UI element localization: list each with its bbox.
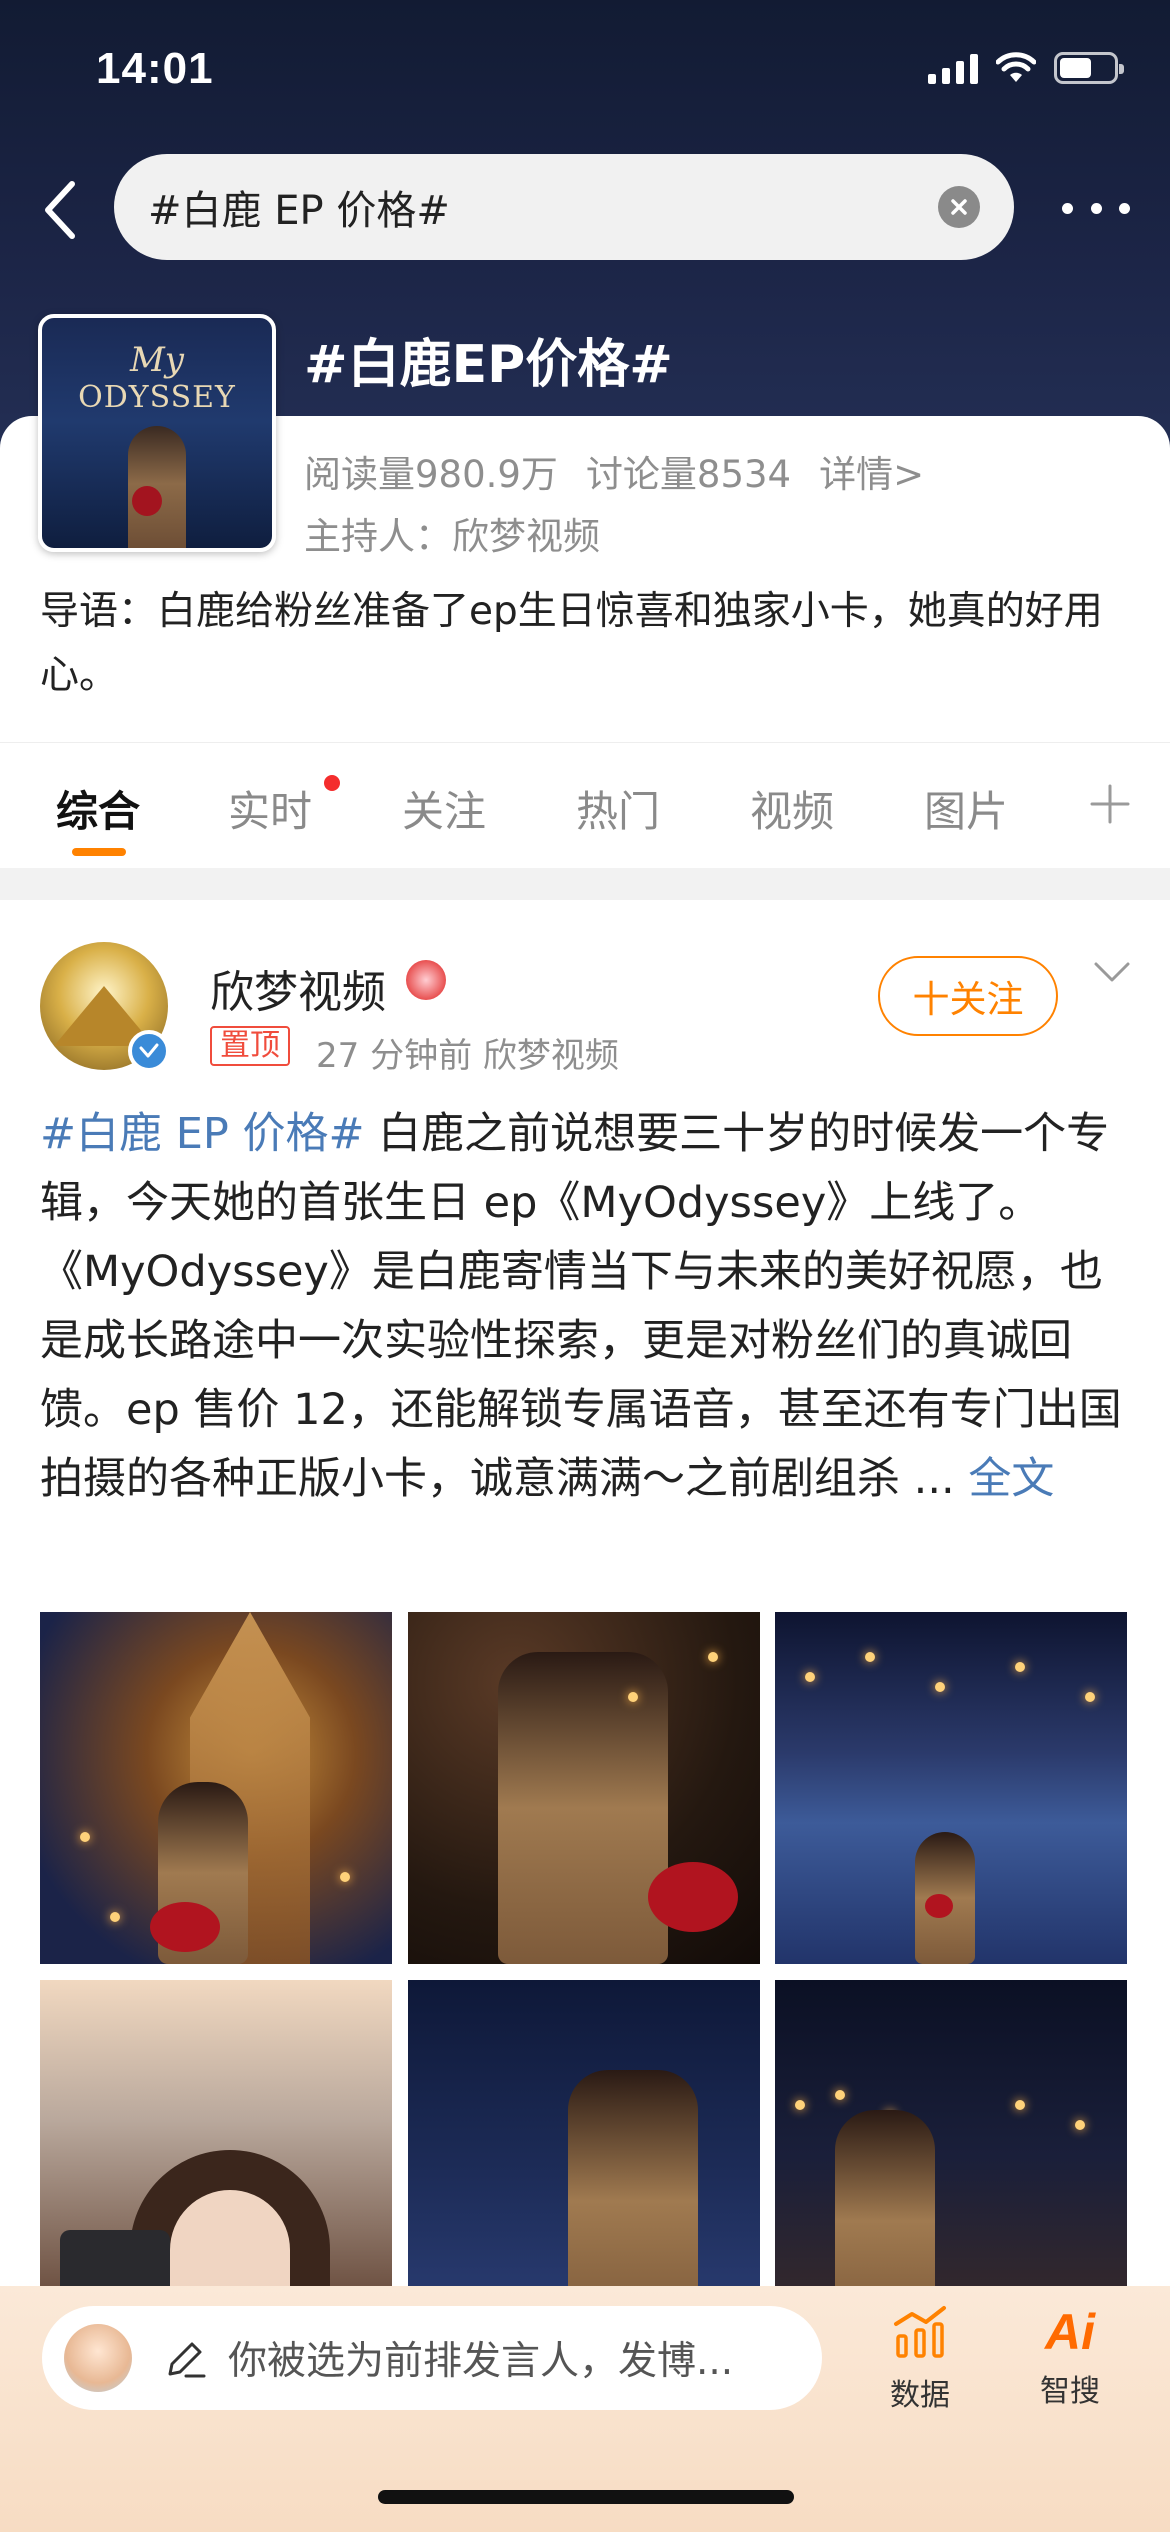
status-icons (928, 52, 1124, 84)
discussion-count: 讨论量8534 (585, 453, 792, 496)
details-link[interactable]: 详情> (819, 444, 924, 498)
post-image-1[interactable] (40, 1612, 392, 1964)
post-hashtag[interactable]: #白鹿 EP 价格# (40, 1109, 365, 1159)
pinned-badge: 置顶 (210, 1026, 290, 1066)
search-box[interactable] (114, 154, 1014, 260)
compose-box[interactable]: 你被选为前排发言人，发博... (42, 2306, 822, 2410)
post-text: #白鹿 EP 价格# 白鹿之前说想要三十岁的时候发一个专辑，今天她的首张生日 e… (40, 1100, 1130, 1514)
data-label: 数据 (890, 2378, 950, 2413)
clear-search-button[interactable] (938, 186, 980, 228)
ai-search-label: 智搜 (1040, 2374, 1100, 2409)
post-image-5[interactable] (408, 1980, 760, 2332)
chevron-left-icon (45, 181, 75, 239)
battery-icon (1054, 52, 1124, 84)
member-badge-icon (406, 960, 446, 1000)
plus-icon (1090, 784, 1130, 824)
read-more-link[interactable]: 全文 (968, 1454, 1054, 1504)
chevron-down-icon (1094, 962, 1130, 982)
post-image-3[interactable] (775, 1612, 1127, 1964)
verified-badge-icon (128, 1030, 170, 1072)
new-content-dot (324, 775, 340, 791)
post-image-6[interactable] (775, 1980, 1127, 2332)
add-tab-button[interactable] (1084, 778, 1136, 830)
data-button[interactable]: 数据 (860, 2304, 980, 2414)
topic-cover-image: My ODYSSEY (38, 314, 276, 552)
more-options-button[interactable] (1056, 188, 1136, 228)
home-indicator[interactable] (378, 2490, 794, 2504)
close-icon (951, 199, 967, 215)
topic-stats: 阅读量980.9万 讨论量8534 详情> (304, 444, 924, 498)
trend-chart-icon (894, 2306, 946, 2358)
status-time: 14:01 (96, 44, 214, 93)
tab-realtime[interactable]: 实时 (228, 778, 312, 839)
cover-title: My ODYSSEY (78, 340, 236, 415)
topic-host[interactable]: 主持人：欣梦视频 (304, 506, 600, 560)
tab-hot[interactable]: 热门 (576, 778, 660, 839)
compose-placeholder: 你被选为前排发言人，发博... (228, 2339, 734, 2384)
author-name[interactable]: 欣梦视频 (210, 956, 386, 1020)
section-divider (0, 868, 1170, 900)
post-meta: 27 分钟前 欣梦视频 (316, 1036, 619, 1076)
active-tab-indicator (72, 848, 126, 856)
pencil-icon (168, 2342, 206, 2378)
back-button[interactable] (30, 170, 90, 250)
ai-search-button[interactable]: Ai 智搜 (1010, 2304, 1130, 2410)
post-image-4[interactable] (40, 1980, 392, 2332)
post-image-2[interactable] (408, 1612, 760, 1964)
post-body: 白鹿之前说想要三十岁的时候发一个专辑，今天她的首张生日 ep《MyOdyssey… (40, 1109, 1122, 1504)
follow-button[interactable]: 十关注 (878, 956, 1058, 1036)
tab-following[interactable]: 关注 (402, 778, 486, 839)
topic-title: #白鹿EP价格# (304, 335, 673, 395)
user-avatar[interactable] (64, 2324, 132, 2392)
cellular-signal-icon (928, 52, 978, 84)
ai-icon: Ai (1045, 2304, 1095, 2360)
topic-intro: 导语：白鹿给粉丝准备了ep生日惊喜和独家小卡，她真的好用心。 (40, 589, 1103, 698)
post-menu-button[interactable] (1092, 958, 1132, 988)
wifi-icon (996, 52, 1036, 82)
tab-video[interactable]: 视频 (750, 778, 834, 839)
tab-comprehensive[interactable]: 综合 (56, 778, 140, 839)
search-input[interactable] (148, 184, 938, 230)
tab-images[interactable]: 图片 (924, 778, 1008, 839)
read-count: 阅读量980.9万 (304, 453, 558, 496)
